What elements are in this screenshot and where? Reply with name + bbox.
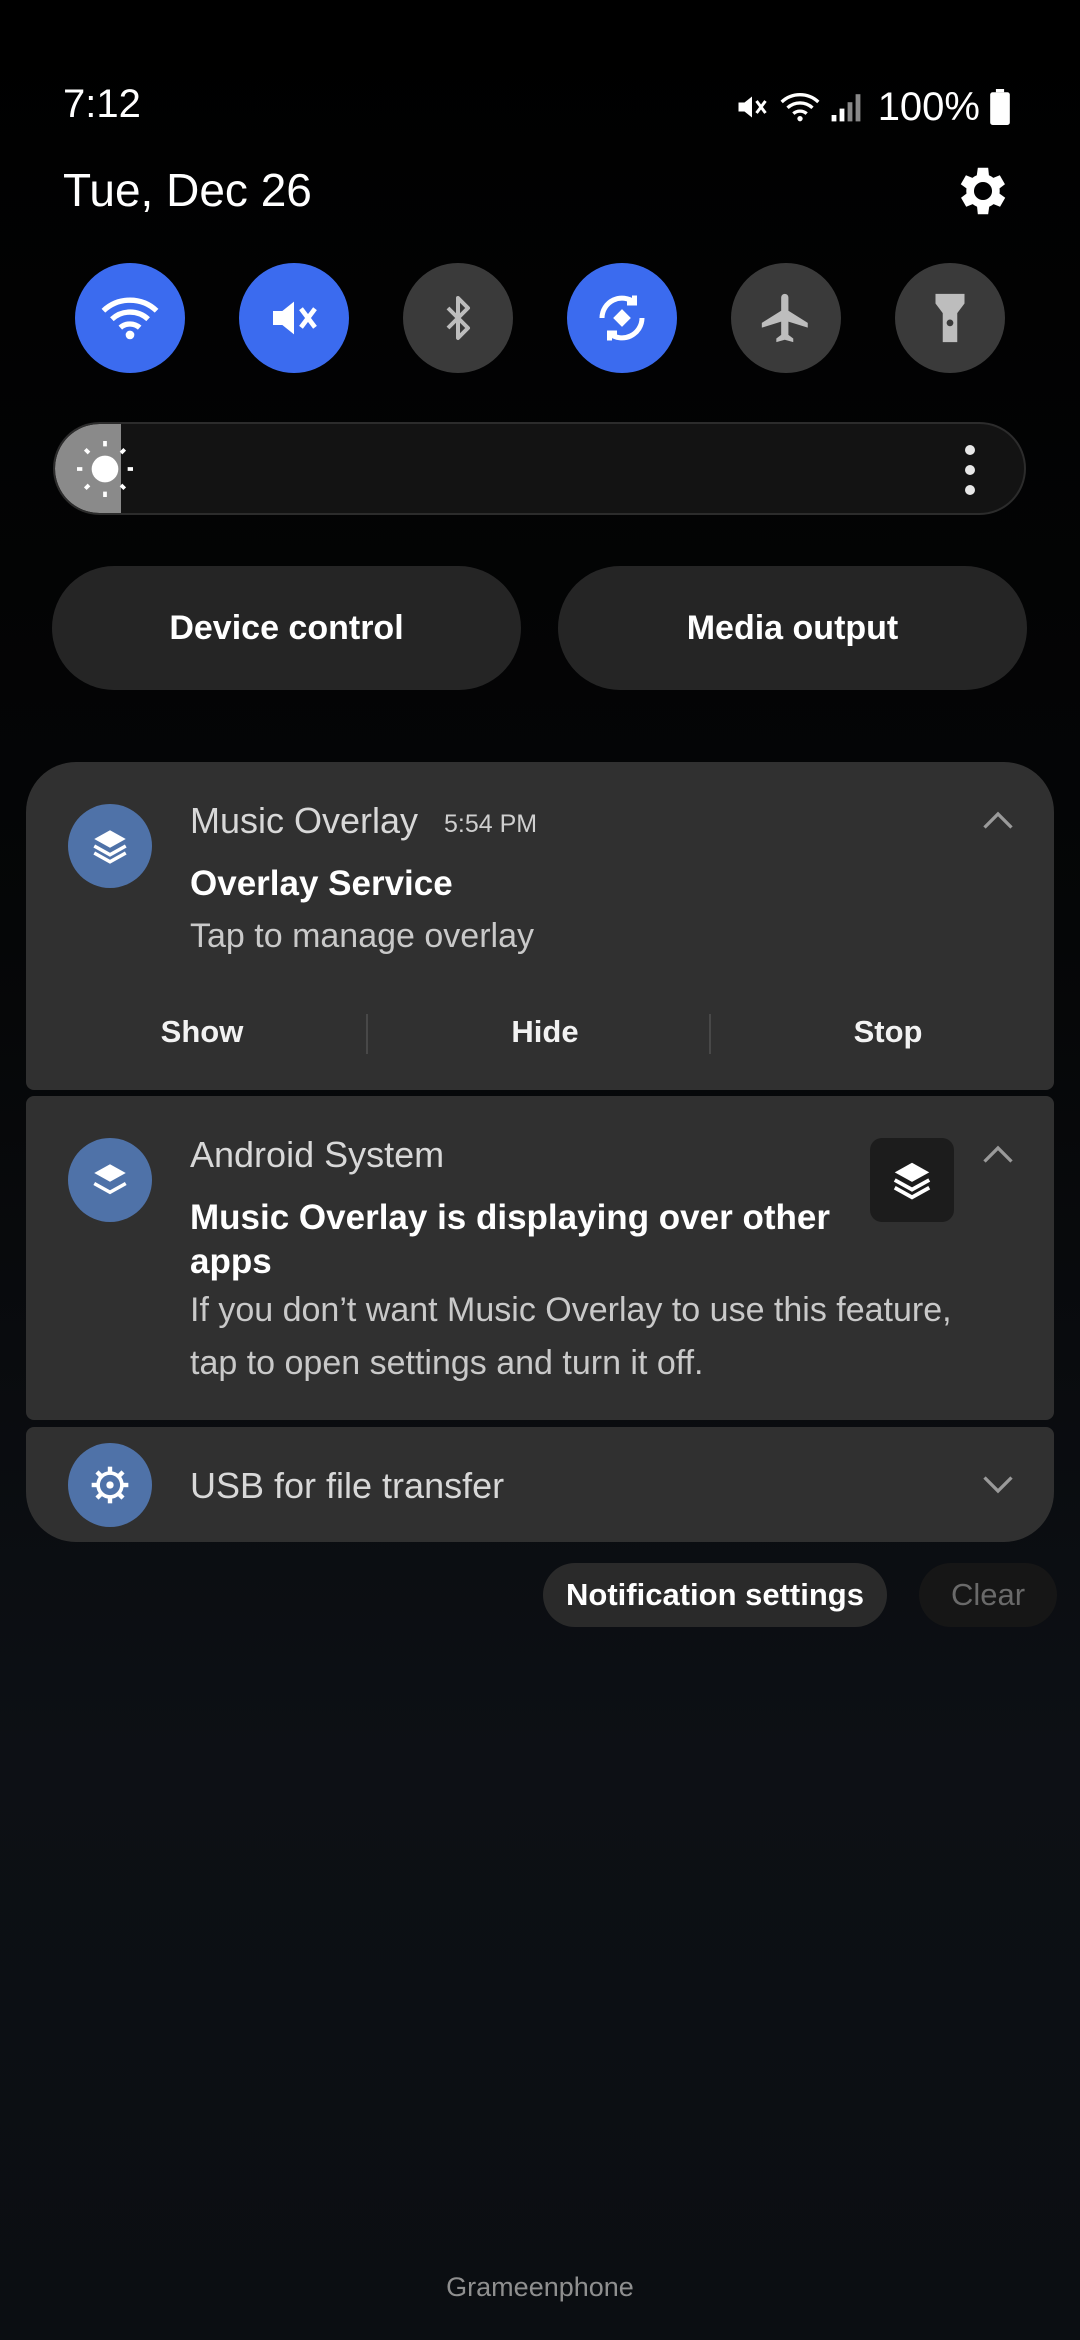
app-icon <box>68 1138 152 1222</box>
flashlight-toggle[interactable] <box>895 263 1005 373</box>
chevron-up-icon[interactable] <box>980 1142 1016 1166</box>
airplane-icon <box>761 293 808 343</box>
notification-panel: Music Overlay 5:54 PM Overlay Service Ta… <box>26 762 1054 1542</box>
flashlight-icon <box>935 293 965 343</box>
show-action-button[interactable]: Show <box>42 1002 362 1062</box>
battery-icon <box>990 89 1010 125</box>
notification-time: 5:54 PM <box>444 810 538 838</box>
notification-title-line1: Music Overlay is displaying over other <box>190 1198 830 1237</box>
brightness-slider[interactable] <box>53 422 1026 515</box>
app-icon <box>68 1443 152 1527</box>
wifi-icon <box>101 297 159 340</box>
sun-icon <box>77 441 133 497</box>
stop-action-button[interactable]: Stop <box>728 1002 1048 1062</box>
notification-usb[interactable]: USB for file transfer <box>26 1427 1054 1542</box>
mute-icon <box>738 96 767 118</box>
battery-percentage: 100% <box>877 84 980 129</box>
chevron-up-icon[interactable] <box>980 808 1016 832</box>
date-label: Tue, Dec 26 <box>63 164 312 216</box>
layers-icon <box>93 830 127 864</box>
divider <box>709 1014 711 1054</box>
layers-icon <box>893 1162 931 1200</box>
notification-android-system[interactable]: Android System Music Overlay is displayi… <box>26 1096 1054 1420</box>
app-icon <box>68 804 152 888</box>
wifi-toggle[interactable] <box>75 263 185 373</box>
rotate-icon <box>599 295 645 341</box>
airplane-toggle[interactable] <box>731 263 841 373</box>
status-time: 7:12 <box>63 82 141 126</box>
notification-settings-button[interactable]: Notification settings <box>543 1563 887 1627</box>
status-icons: 100% <box>734 82 1010 132</box>
layers-icon <box>93 1164 127 1195</box>
bluetooth-icon <box>446 296 470 340</box>
notification-text-line1: If you don’t want Music Overlay to use t… <box>190 1291 952 1329</box>
more-options-icon[interactable] <box>964 444 976 496</box>
notification-thumbnail <box>870 1138 954 1222</box>
sound-mode-toggle[interactable] <box>239 263 349 373</box>
notification-title-line2: apps <box>190 1242 272 1281</box>
media-output-button[interactable]: Media output <box>558 566 1027 690</box>
notification-app-name: Music Overlay <box>190 800 419 841</box>
auto-rotate-toggle[interactable] <box>567 263 677 373</box>
notification-title: Overlay Service <box>190 864 453 903</box>
notification-text: Tap to manage overlay <box>190 917 534 955</box>
gear-icon <box>960 167 1006 215</box>
signal-icon <box>831 94 861 122</box>
gear-icon <box>91 1466 129 1504</box>
mute-icon <box>273 301 317 335</box>
wifi-icon <box>780 93 820 122</box>
device-control-button[interactable]: Device control <box>52 566 521 690</box>
quick-settings-row <box>75 263 1005 373</box>
divider <box>366 1014 368 1054</box>
notification-actions: Show Hide Stop <box>26 1002 1054 1062</box>
chevron-down-icon[interactable] <box>980 1473 1016 1497</box>
carrier-label: Grameenphone <box>446 2272 634 2302</box>
notification-music-overlay[interactable]: Music Overlay 5:54 PM Overlay Service Ta… <box>26 762 1054 1090</box>
notification-app-name: Android System <box>190 1134 445 1175</box>
notification-text-line2: tap to open settings and turn it off. <box>190 1344 704 1382</box>
notification-app-name: USB for file transfer <box>190 1465 505 1506</box>
bluetooth-toggle[interactable] <box>403 263 513 373</box>
settings-button[interactable] <box>952 160 1014 222</box>
clear-button[interactable]: Clear <box>919 1563 1057 1627</box>
hide-action-button[interactable]: Hide <box>385 1002 705 1062</box>
